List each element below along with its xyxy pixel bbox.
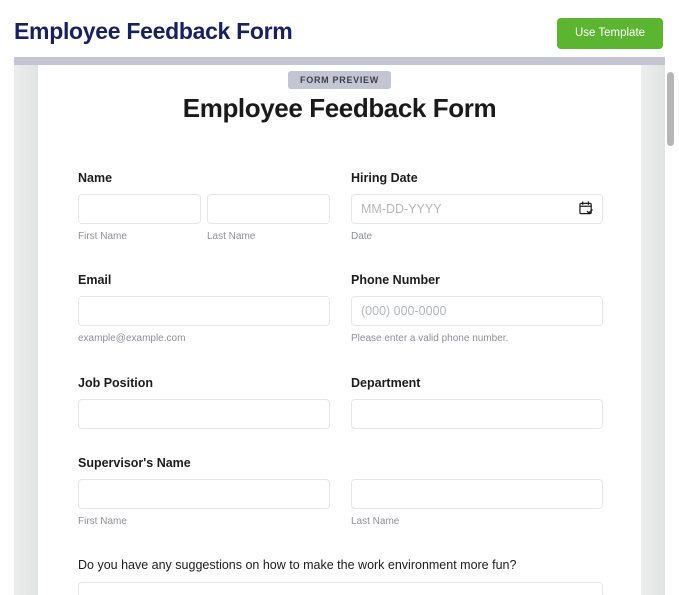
email-hint: example@example.com <box>78 333 186 344</box>
email-input[interactable] <box>78 296 330 326</box>
page-root: Employee Feedback Form Use Template ▲ FO… <box>0 0 679 595</box>
field-hiring-date: Hiring Date Date <box>351 171 603 242</box>
name-last-sublabel: Last Name <box>207 231 256 242</box>
name-last-input[interactable] <box>207 194 330 224</box>
field-suggestions-label: Do you have any suggestions on how to ma… <box>78 558 517 572</box>
right-gutter <box>641 65 665 595</box>
left-gutter <box>14 65 38 595</box>
form-preview-badge: FORM PREVIEW <box>288 71 391 89</box>
field-supervisor-sublabels: First Name Last Name <box>78 516 603 527</box>
hiring-date-input-wrap <box>351 194 603 224</box>
field-name-sublabels: First Name Last Name <box>78 231 330 242</box>
field-department-label: Department <box>351 376 421 390</box>
field-phone-label: Phone Number <box>351 273 440 287</box>
page-title: Employee Feedback Form <box>14 18 293 44</box>
calendar-icon[interactable] <box>579 201 594 216</box>
field-phone: Phone Number Please enter a valid phone … <box>351 273 603 344</box>
field-supervisor-name-label: Supervisor's Name <box>78 456 191 470</box>
field-hiring-date-label: Hiring Date <box>351 171 418 185</box>
suggestions-textarea[interactable] <box>78 582 603 595</box>
name-first-input[interactable] <box>78 194 201 224</box>
field-job-position-label: Job Position <box>78 376 153 390</box>
header-separator-band <box>14 57 665 65</box>
field-name-inputs <box>78 194 330 224</box>
field-department: Department <box>351 376 603 429</box>
name-first-sublabel: First Name <box>78 231 127 242</box>
hiring-date-sublabel: Date <box>351 231 373 242</box>
supervisor-first-input[interactable] <box>78 479 330 509</box>
top-header-bar: Employee Feedback Form Use Template <box>0 0 679 57</box>
phone-hint: Please enter a valid phone number. <box>351 333 509 344</box>
form-heading: Employee Feedback Form <box>182 93 497 123</box>
phone-input[interactable] <box>351 296 603 326</box>
hiring-date-input[interactable] <box>351 194 603 224</box>
form-preview-card: FORM PREVIEW Employee Feedback Form Name… <box>38 65 641 595</box>
field-supervisor-inputs <box>78 479 603 509</box>
field-job-position: Job Position <box>78 376 330 429</box>
department-input[interactable] <box>351 399 603 429</box>
supervisor-first-sublabel: First Name <box>78 516 127 527</box>
supervisor-last-sublabel: Last Name <box>351 516 400 527</box>
job-position-input[interactable] <box>78 399 330 429</box>
vertical-scrollbar-thumb[interactable] <box>667 72 674 146</box>
use-template-button[interactable]: Use Template <box>557 18 663 49</box>
field-name: Name First Name Last Name <box>78 171 330 242</box>
field-supervisor-name: Supervisor's Name First Name Last Name <box>78 456 603 527</box>
supervisor-last-input[interactable] <box>351 479 603 509</box>
field-email-label: Email <box>78 273 112 287</box>
field-email: Email example@example.com <box>78 273 330 344</box>
field-name-label: Name <box>78 171 113 185</box>
